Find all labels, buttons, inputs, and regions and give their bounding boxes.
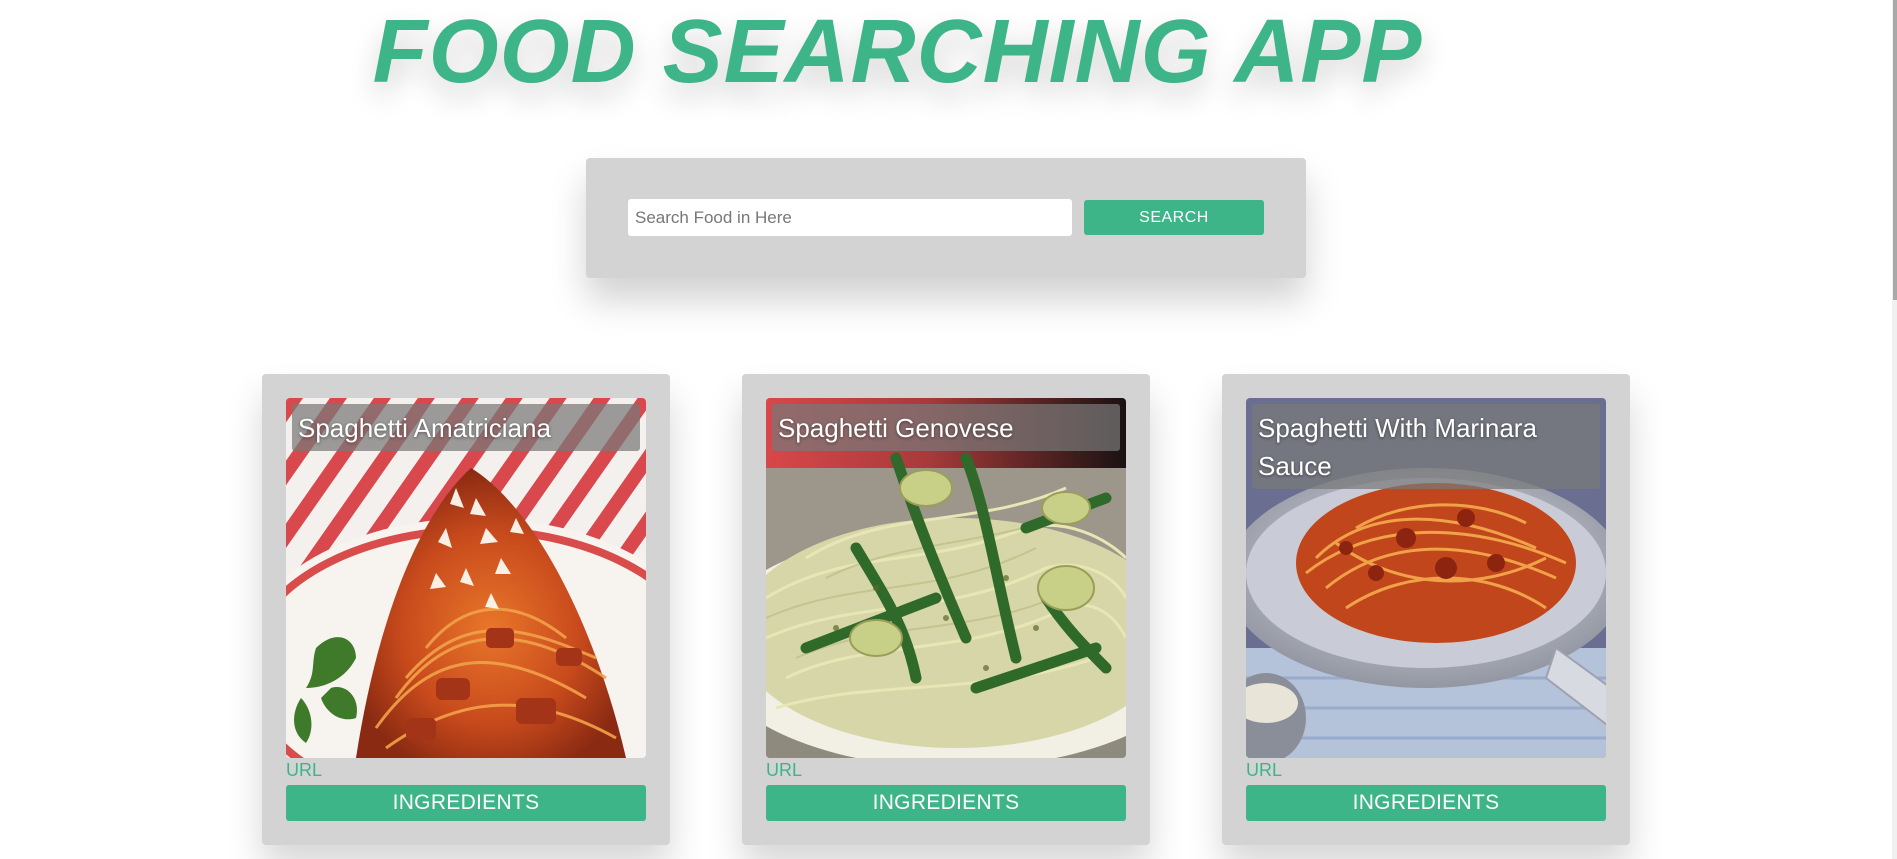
page: FOOD SEARCHING APP SEARCH xyxy=(0,0,1897,859)
ingredients-button[interactable]: INGREDIENTS xyxy=(766,785,1126,821)
scrollbar-thumb[interactable] xyxy=(1893,0,1897,300)
ingredients-button[interactable]: INGREDIENTS xyxy=(1246,785,1606,821)
spaghetti-marinara-photo[interactable]: Spaghetti With Marinara Sauce xyxy=(1246,398,1606,758)
recipe-card: Spaghetti Amatriciana URL INGREDIENTS xyxy=(262,374,670,845)
recipe-title: Spaghetti Genovese xyxy=(772,404,1120,451)
spaghetti-amatriciana-photo[interactable]: Spaghetti Amatriciana xyxy=(286,398,646,758)
ingredients-button[interactable]: INGREDIENTS xyxy=(286,785,646,821)
app-title: FOOD SEARCHING APP xyxy=(372,2,1423,102)
recipe-title: Spaghetti Amatriciana xyxy=(292,404,640,451)
recipe-url-link[interactable]: URL xyxy=(286,760,322,780)
recipe-url-link[interactable]: URL xyxy=(766,760,802,780)
search-input[interactable] xyxy=(628,199,1072,236)
search-button[interactable]: SEARCH xyxy=(1084,200,1264,235)
recipe-card: Spaghetti With Marinara Sauce URL INGRED… xyxy=(1222,374,1630,845)
search-panel: SEARCH xyxy=(586,158,1306,278)
recipe-title: Spaghetti With Marinara Sauce xyxy=(1252,404,1600,489)
recipe-card: Spaghetti Genovese URL INGREDIENTS xyxy=(742,374,1150,845)
scrollbar[interactable] xyxy=(1892,0,1897,859)
recipe-url-link[interactable]: URL xyxy=(1246,760,1282,780)
spaghetti-genovese-photo[interactable]: Spaghetti Genovese xyxy=(766,398,1126,758)
